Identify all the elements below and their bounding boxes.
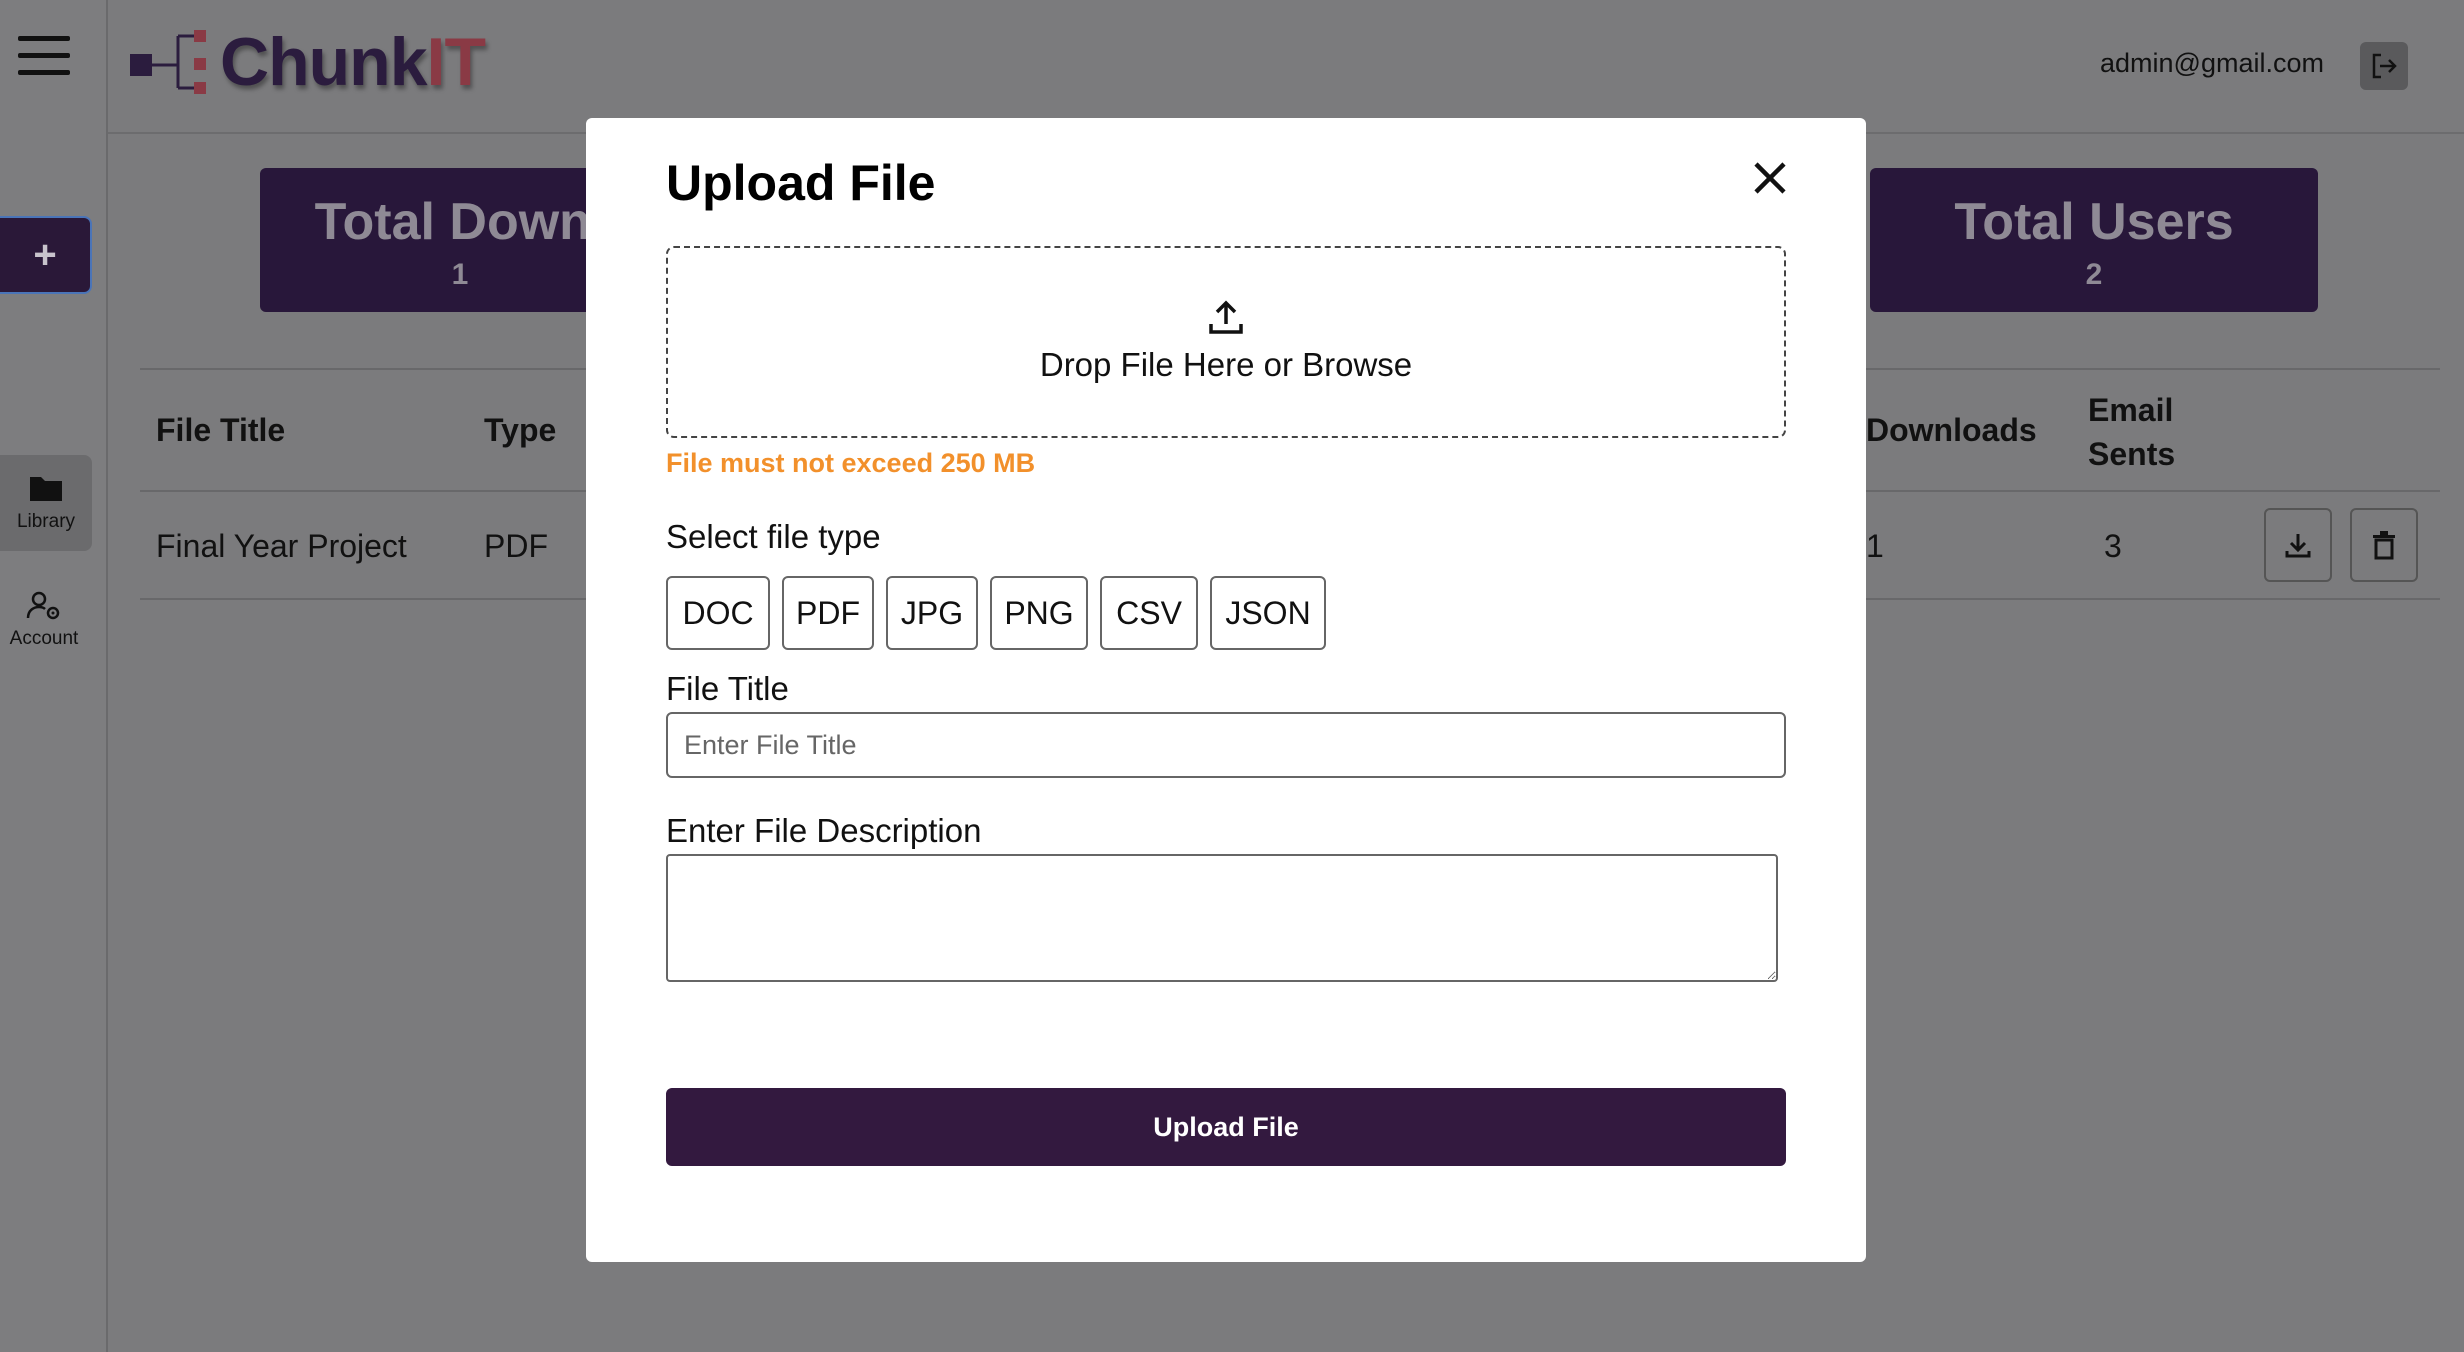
upload-icon bbox=[1209, 300, 1243, 334]
modal-title: Upload File bbox=[666, 155, 936, 211]
file-size-warning: File must not exceed 250 MB bbox=[666, 448, 1036, 478]
stat-value: 2 bbox=[2085, 258, 2103, 291]
folder-icon bbox=[30, 477, 62, 501]
file-type-pdf-button[interactable]: PDF bbox=[782, 576, 874, 650]
menu-icon[interactable] bbox=[18, 36, 70, 76]
file-type-options: DOC PDF JPG PNG CSV JSON bbox=[666, 576, 1326, 650]
trash-icon bbox=[2373, 531, 2395, 560]
sidebar-item-label: Library bbox=[16, 511, 76, 532]
upload-file-button[interactable]: Upload File bbox=[666, 1088, 1786, 1166]
file-title-input[interactable] bbox=[666, 712, 1786, 778]
logout-icon bbox=[2372, 53, 2397, 79]
column-header-file-title: File Title bbox=[156, 412, 286, 448]
sidebar-item-label: Account bbox=[9, 628, 79, 649]
file-type-csv-button[interactable]: CSV bbox=[1100, 576, 1198, 650]
select-file-type-label: Select file type bbox=[666, 518, 881, 555]
download-button[interactable] bbox=[2264, 508, 2332, 582]
cell-email-sents: 3 bbox=[2104, 528, 2122, 564]
cell-type: PDF bbox=[484, 528, 548, 564]
stat-total-users: Total Users 2 bbox=[1870, 168, 2318, 312]
user-email: admin@gmail.com bbox=[2100, 48, 2324, 78]
file-type-doc-button[interactable]: DOC bbox=[666, 576, 770, 650]
upload-file-modal: Upload File Drop File Here or Browse Fil… bbox=[586, 118, 1866, 1262]
delete-button[interactable] bbox=[2350, 508, 2418, 582]
stat-label: Total Users bbox=[1954, 193, 2234, 251]
user-gear-icon bbox=[26, 591, 60, 620]
close-icon bbox=[1754, 162, 1786, 194]
add-file-button[interactable]: + bbox=[0, 216, 92, 294]
file-type-png-button[interactable]: PNG bbox=[990, 576, 1088, 650]
file-description-textarea[interactable] bbox=[666, 854, 1778, 982]
sidebar bbox=[0, 0, 108, 1352]
column-header-email-sents: Email Sents bbox=[2088, 392, 2176, 472]
download-icon bbox=[2285, 534, 2311, 558]
logout-button[interactable] bbox=[2360, 42, 2408, 90]
column-header-type: Type bbox=[484, 412, 557, 448]
logo-text: ChunkIT bbox=[220, 24, 486, 100]
logo-mark-icon bbox=[130, 30, 206, 94]
file-type-jpg-button[interactable]: JPG bbox=[886, 576, 978, 650]
sidebar-item-account[interactable]: Account bbox=[0, 580, 88, 660]
app-logo: ChunkIT bbox=[128, 22, 486, 102]
file-type-json-button[interactable]: JSON bbox=[1210, 576, 1326, 650]
cell-file-title: Final Year Project bbox=[156, 528, 407, 564]
close-button[interactable] bbox=[1746, 154, 1794, 202]
cell-downloads: 1 bbox=[1866, 528, 1884, 564]
file-title-label: File Title bbox=[666, 670, 789, 707]
column-header-downloads: Downloads bbox=[1866, 412, 2037, 448]
sidebar-item-library[interactable]: Library bbox=[0, 455, 92, 551]
file-dropzone[interactable]: Drop File Here or Browse bbox=[666, 246, 1786, 438]
file-description-label: Enter File Description bbox=[666, 812, 982, 849]
dropzone-text: Drop File Here or Browse bbox=[1039, 346, 1413, 383]
